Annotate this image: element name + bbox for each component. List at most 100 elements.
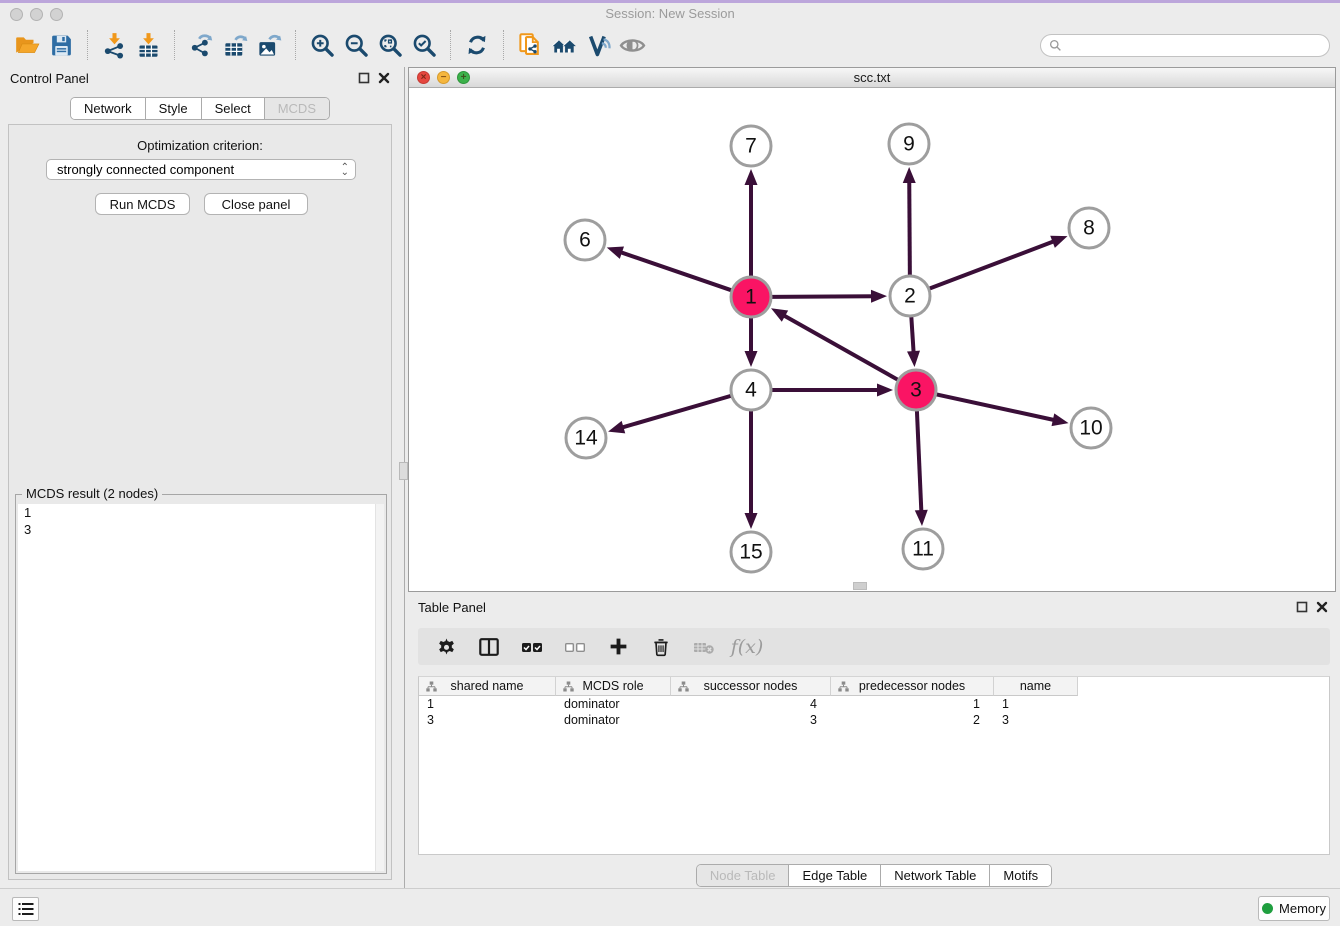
import-network-icon[interactable] xyxy=(97,28,131,62)
criterion-dropdown[interactable]: strongly connected component ⌃⌄ xyxy=(46,159,356,180)
edge-2-3[interactable] xyxy=(911,317,913,354)
refresh-view-icon[interactable] xyxy=(460,28,494,62)
panel-splitter-handle[interactable] xyxy=(399,462,408,480)
table-panel-window-controls xyxy=(1296,601,1328,613)
table-toolbar: f(x) xyxy=(418,628,1330,665)
table-cell[interactable]: dominator xyxy=(556,712,671,728)
table-settings-gear-icon[interactable] xyxy=(434,635,458,659)
tab-style[interactable]: Style xyxy=(145,98,201,119)
edge-arrowhead xyxy=(1052,413,1069,426)
toolbar-separator xyxy=(450,30,451,60)
tab-motifs[interactable]: Motifs xyxy=(989,865,1051,886)
edge-4-14[interactable] xyxy=(621,396,731,428)
edge-arrowhead xyxy=(745,169,758,185)
edge-1-6[interactable] xyxy=(619,252,731,290)
tab-mcds[interactable]: MCDS xyxy=(264,98,329,119)
edge-2-9[interactable] xyxy=(909,180,910,275)
column-type-icon xyxy=(838,681,849,692)
column-header-successor-nodes[interactable]: successor nodes xyxy=(671,677,831,696)
export-network-icon[interactable] xyxy=(184,28,218,62)
edge-arrowhead xyxy=(608,421,625,433)
zoom-in-icon[interactable] xyxy=(305,28,339,62)
search-input[interactable] xyxy=(1062,37,1321,53)
network-resize-grip[interactable] xyxy=(853,582,867,590)
zoom-selected-icon[interactable] xyxy=(407,28,441,62)
split-table-view-icon[interactable] xyxy=(477,635,501,659)
clone-network-icon[interactable] xyxy=(513,28,547,62)
graph-node-label: 7 xyxy=(745,135,757,158)
home-icon[interactable] xyxy=(547,28,581,62)
tab-node-table[interactable]: Node Table xyxy=(697,865,789,886)
delete-column-icon[interactable] xyxy=(649,635,673,659)
table-row[interactable]: 3dominator323 xyxy=(419,712,1329,728)
toolbar-separator xyxy=(503,30,504,60)
tab-network-table[interactable]: Network Table xyxy=(880,865,989,886)
close-panel-button[interactable]: Close panel xyxy=(204,193,308,215)
search-field[interactable] xyxy=(1040,34,1330,57)
table-cell[interactable]: 4 xyxy=(671,696,831,712)
table-row[interactable]: 1dominator411 xyxy=(419,696,1329,712)
export-image-icon[interactable] xyxy=(252,28,286,62)
graph-node-label: 4 xyxy=(745,379,757,402)
float-panel-icon[interactable] xyxy=(358,72,370,84)
hide-columns-icon[interactable] xyxy=(563,635,587,659)
window-title: Session: New Session xyxy=(0,6,1340,21)
graph-node-label: 6 xyxy=(579,229,591,252)
graph-node-label: 8 xyxy=(1083,217,1095,240)
run-mcds-button[interactable]: Run MCDS xyxy=(95,193,190,215)
tab-edge-table[interactable]: Edge Table xyxy=(788,865,880,886)
zoom-fit-icon[interactable] xyxy=(373,28,407,62)
zoom-out-icon[interactable] xyxy=(339,28,373,62)
open-session-icon[interactable] xyxy=(10,28,44,62)
table-cell[interactable]: 1 xyxy=(831,696,994,712)
column-header-name[interactable]: name xyxy=(994,677,1078,696)
table-panel-title: Table Panel xyxy=(418,600,486,615)
column-type-icon xyxy=(563,681,574,692)
network-window-titlebar: × − + scc.txt xyxy=(409,68,1335,88)
export-table-icon[interactable] xyxy=(218,28,252,62)
float-panel-icon[interactable] xyxy=(1296,601,1308,613)
result-scrollbar[interactable] xyxy=(375,504,384,871)
tab-network[interactable]: Network xyxy=(71,98,145,119)
close-panel-icon[interactable] xyxy=(378,72,390,84)
mcds-result-group: MCDS result (2 nodes) 13 xyxy=(15,494,387,874)
memory-button[interactable]: Memory xyxy=(1258,896,1330,921)
create-column-icon[interactable] xyxy=(606,635,630,659)
column-header-predecessor-nodes[interactable]: predecessor nodes xyxy=(831,677,994,696)
edge-3-1[interactable] xyxy=(782,315,897,380)
edge-2-8[interactable] xyxy=(930,241,1056,289)
import-table-icon[interactable] xyxy=(131,28,165,62)
network-canvas[interactable]: 7968124314101511 xyxy=(409,88,1335,591)
mcds-result-box[interactable]: 13 xyxy=(18,504,384,871)
column-header-label: successor nodes xyxy=(704,679,798,693)
vizmapper-icon[interactable] xyxy=(581,28,615,62)
graph-node-label: 3 xyxy=(910,379,922,402)
save-session-icon[interactable] xyxy=(44,28,78,62)
table-cell[interactable]: 1 xyxy=(994,696,1078,712)
column-header-MCDS-role[interactable]: MCDS role xyxy=(556,677,671,696)
table-cell[interactable]: dominator xyxy=(556,696,671,712)
tab-select[interactable]: Select xyxy=(201,98,264,119)
search-icon xyxy=(1049,39,1062,52)
show-hide-panels-icon[interactable] xyxy=(615,28,649,62)
node-table[interactable]: shared nameMCDS role successor nodes prede… xyxy=(418,676,1330,855)
control-panel-tabs: NetworkStyleSelectMCDS xyxy=(0,97,400,120)
delete-table-icon[interactable] xyxy=(692,635,716,659)
edge-3-11[interactable] xyxy=(917,411,921,513)
edge-3-10[interactable] xyxy=(937,394,1056,420)
memory-button-label: Memory xyxy=(1279,901,1326,916)
function-builder-icon[interactable]: f(x) xyxy=(735,635,759,659)
table-cell[interactable]: 3 xyxy=(671,712,831,728)
graph-node-label: 15 xyxy=(739,541,762,564)
table-cell[interactable]: 3 xyxy=(419,712,556,728)
table-cell[interactable]: 2 xyxy=(831,712,994,728)
close-panel-icon[interactable] xyxy=(1316,601,1328,613)
column-header-shared-name[interactable]: shared name xyxy=(419,677,556,696)
graph-node-label: 1 xyxy=(745,286,757,309)
mcds-result-line: 3 xyxy=(18,521,384,538)
table-cell[interactable]: 3 xyxy=(994,712,1078,728)
table-cell[interactable]: 1 xyxy=(419,696,556,712)
edge-1-2[interactable] xyxy=(772,296,874,297)
show-columns-icon[interactable] xyxy=(520,635,544,659)
task-history-button[interactable] xyxy=(12,897,39,921)
